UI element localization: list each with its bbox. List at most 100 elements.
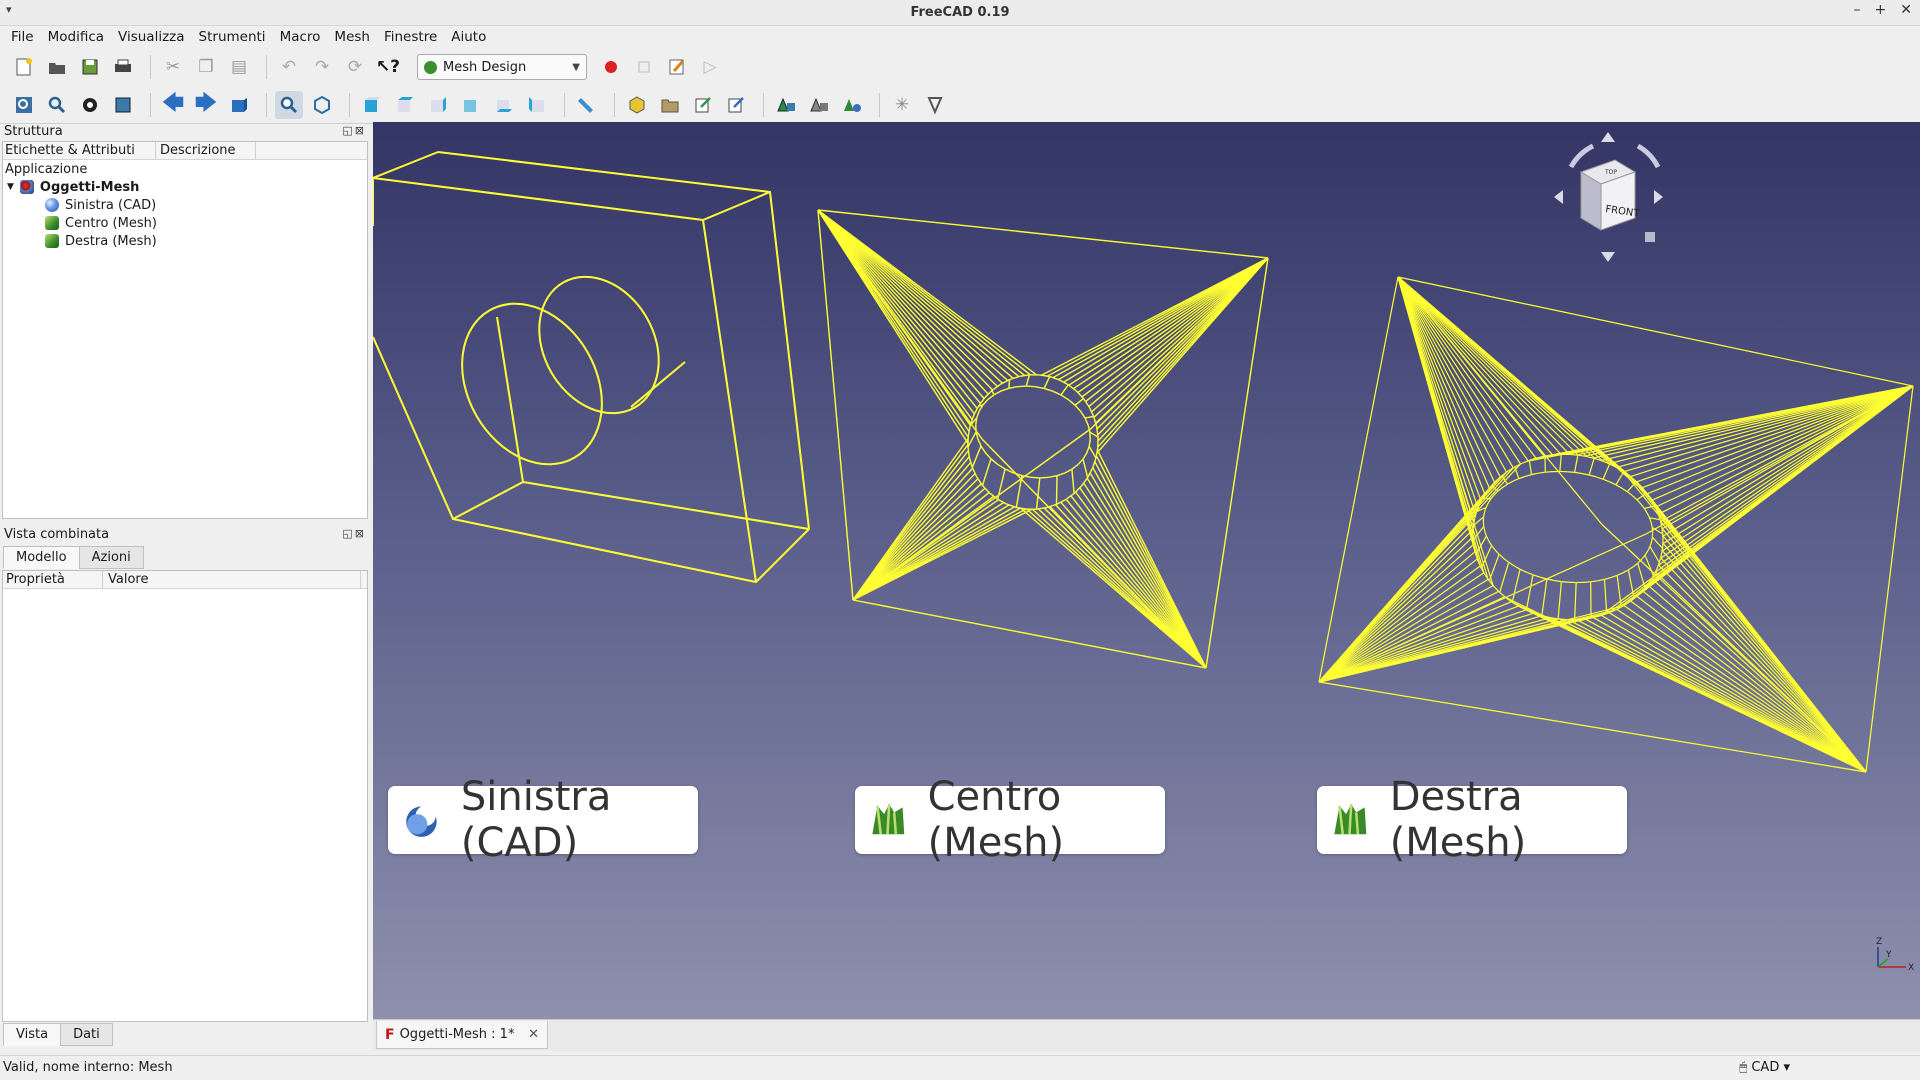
link-make-icon[interactable] xyxy=(689,91,717,119)
part-icon[interactable] xyxy=(623,91,651,119)
edit-macro-icon[interactable] xyxy=(663,53,691,81)
mesh-analyze-icon[interactable]: ✳ xyxy=(888,91,916,119)
close-tab-icon[interactable]: ✕ xyxy=(528,1027,539,1042)
front-view-icon[interactable] xyxy=(358,91,386,119)
new-document-icon[interactable] xyxy=(10,53,38,81)
undo-icon[interactable]: ↶ xyxy=(275,53,303,81)
link-actions-icon[interactable] xyxy=(722,91,750,119)
tab-azioni[interactable]: Azioni xyxy=(78,546,144,569)
menu-visualizza[interactable]: Visualizza xyxy=(111,26,192,48)
tree-item-centro[interactable]: Centro (Mesh) xyxy=(3,214,367,232)
float-panel-icon[interactable]: ◱ xyxy=(342,527,354,540)
print-icon[interactable] xyxy=(109,53,137,81)
menu-bar: File Modifica Visualizza Strumenti Macro… xyxy=(0,26,1920,48)
tree-group-applicazione[interactable]: Applicazione xyxy=(3,160,367,178)
label-sinistra: Sinistra (CAD) xyxy=(388,774,698,866)
property-tabs: Vista Dati xyxy=(3,1023,113,1046)
close-panel-icon[interactable]: ⊠ xyxy=(355,124,366,137)
property-editor[interactable]: Proprietà Valore xyxy=(2,570,368,1022)
mesh-wireframes: FRONT TOP Z Y X xyxy=(373,132,1914,973)
workbench-selector[interactable]: Mesh Design ▼ xyxy=(417,54,587,80)
fit-all-icon[interactable] xyxy=(10,91,38,119)
tree-document[interactable]: ▼ Oggetti-Mesh xyxy=(3,178,367,196)
close-window-button[interactable]: ✕ xyxy=(1900,2,1912,18)
toolbar-separator xyxy=(564,92,565,117)
refresh-icon[interactable]: ⟳ xyxy=(341,53,369,81)
tree-item-destra[interactable]: Destra (Mesh) xyxy=(3,232,367,250)
destra-mesh-wireframe xyxy=(1318,276,1914,773)
document-tab[interactable]: F Oggetti-Mesh : 1* ✕ xyxy=(376,1021,548,1049)
toolbar-separator xyxy=(266,92,267,117)
mesh-import-icon[interactable] xyxy=(772,91,800,119)
cad-box-wireframe xyxy=(373,151,811,584)
toolbar-separator xyxy=(266,55,267,79)
tree-col-description[interactable]: Descrizione xyxy=(156,142,256,159)
draw-style-icon[interactable] xyxy=(76,91,104,119)
bounding-box-icon[interactable] xyxy=(109,91,137,119)
run-macro-icon[interactable]: ▷ xyxy=(696,53,724,81)
cut-icon[interactable]: ✂ xyxy=(159,53,187,81)
mesh-export-icon[interactable] xyxy=(805,91,833,119)
rear-view-icon[interactable] xyxy=(457,91,485,119)
menu-strumenti[interactable]: Strumenti xyxy=(192,26,273,48)
status-message: Valid, nome interno: Mesh xyxy=(3,1060,173,1075)
mesh-workbench-icon xyxy=(424,60,437,74)
left-view-icon[interactable] xyxy=(523,91,551,119)
bottom-view-icon[interactable] xyxy=(490,91,518,119)
close-panel-icon[interactable]: ⊠ xyxy=(355,527,366,540)
minimize-button[interactable]: – xyxy=(1854,2,1861,18)
label-destra: Destra (Mesh) xyxy=(1317,774,1627,866)
centro-mesh-wireframe xyxy=(817,209,1269,669)
maximize-button[interactable]: + xyxy=(1875,2,1887,18)
forward-arrow-icon[interactable]: 🡆 xyxy=(192,91,220,119)
prop-col-property[interactable]: Proprietà xyxy=(3,571,103,588)
tree-col-labels[interactable]: Etichette & Attributi xyxy=(3,142,156,159)
copy-icon[interactable]: ❐ xyxy=(192,53,220,81)
back-arrow-icon[interactable]: 🡄 xyxy=(159,91,187,119)
status-bar: Valid, nome interno: Mesh 🖱 CAD ▾ xyxy=(0,1055,1920,1080)
record-macro-icon[interactable] xyxy=(597,53,625,81)
toolbar-separator xyxy=(614,92,615,117)
menu-finestre[interactable]: Finestre xyxy=(377,26,444,48)
prop-col-value[interactable]: Valore xyxy=(103,571,361,588)
mesh-icon xyxy=(45,234,59,248)
mesh-icon xyxy=(872,803,905,835)
cad-shape-icon xyxy=(406,805,437,837)
combo-panel-title: Vista combinata xyxy=(4,527,110,542)
mesh-from-shape-icon[interactable] xyxy=(838,91,866,119)
chevron-down-icon: ▼ xyxy=(572,61,580,73)
stop-macro-icon[interactable] xyxy=(630,53,658,81)
whats-this-icon[interactable]: ↖? xyxy=(374,53,402,81)
mesh-harmonize-icon[interactable] xyxy=(921,91,949,119)
freecad-doc-icon: F xyxy=(385,1026,395,1043)
navigation-style-selector[interactable]: 🖱 CAD ▾ xyxy=(1739,1060,1790,1075)
group-folder-icon[interactable] xyxy=(656,91,684,119)
expand-arrow-icon[interactable]: ▼ xyxy=(7,182,14,192)
float-panel-icon[interactable]: ◱ xyxy=(342,124,354,137)
right-view-icon[interactable] xyxy=(424,91,452,119)
redo-icon[interactable]: ↷ xyxy=(308,53,336,81)
menu-file[interactable]: File xyxy=(4,26,41,48)
tab-dati[interactable]: Dati xyxy=(60,1023,113,1046)
tab-vista[interactable]: Vista xyxy=(3,1023,62,1046)
paste-icon[interactable]: ▤ xyxy=(225,53,253,81)
measure-distance-icon[interactable] xyxy=(573,91,601,119)
open-folder-icon[interactable] xyxy=(43,53,71,81)
save-icon[interactable] xyxy=(76,53,104,81)
toolbar-separator xyxy=(349,92,350,117)
tree-view[interactable]: Etichette & Attributi Descrizione Applic… xyxy=(2,141,368,519)
menu-mesh[interactable]: Mesh xyxy=(327,26,377,48)
3d-viewport[interactable]: FRONT TOP Z Y X Sinistra (CAD) Centro (M… xyxy=(373,122,1920,1019)
toolbar-separator xyxy=(150,92,151,117)
tree-item-sinistra[interactable]: Sinistra (CAD) xyxy=(3,196,367,214)
menu-modifica[interactable]: Modifica xyxy=(41,26,111,48)
zoom-icon[interactable] xyxy=(275,90,303,119)
menu-macro[interactable]: Macro xyxy=(273,26,328,48)
fit-selection-icon[interactable] xyxy=(43,91,71,119)
isometric-view-icon[interactable] xyxy=(308,91,336,119)
std-views-icon[interactable] xyxy=(225,91,253,119)
menu-aiuto[interactable]: Aiuto xyxy=(444,26,493,48)
view-toolbar: 🡄 🡆 ✳ xyxy=(0,86,1920,124)
top-view-icon[interactable] xyxy=(391,91,419,119)
tab-modello[interactable]: Modello xyxy=(3,546,80,569)
